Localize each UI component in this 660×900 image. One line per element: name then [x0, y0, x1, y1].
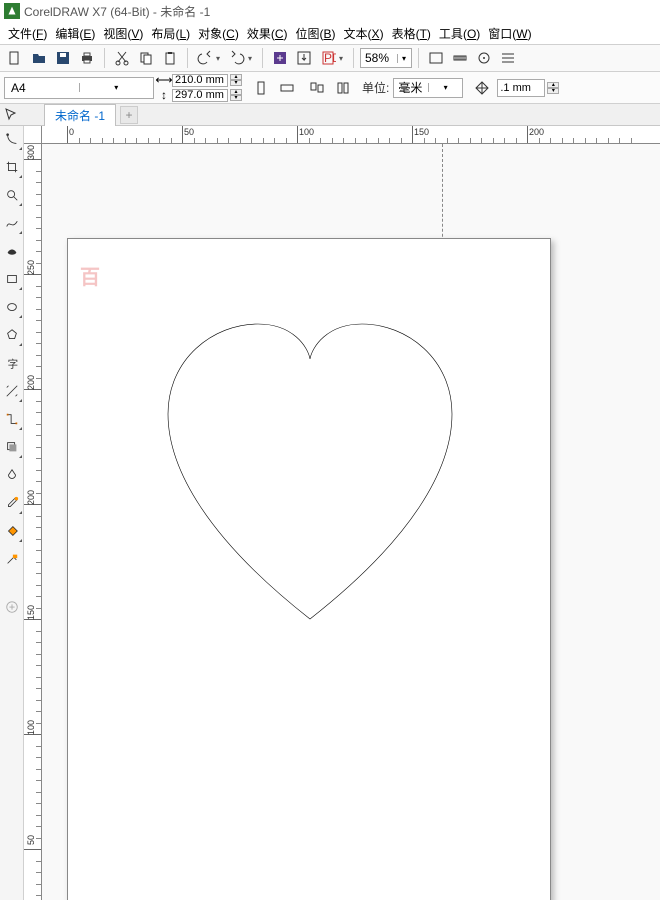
units-value: 毫米: [394, 79, 428, 96]
text-tool[interactable]: 字: [2, 352, 22, 374]
units-label: 单位:: [362, 79, 389, 96]
menu-table[interactable]: 表格(T): [390, 24, 433, 43]
publish-pdf-button[interactable]: PDF▾: [317, 47, 347, 69]
copy-button[interactable]: [135, 47, 157, 69]
document-tab[interactable]: 未命名 -1: [44, 104, 116, 126]
width-spinner[interactable]: ▴▾: [230, 74, 242, 86]
print-button[interactable]: [76, 47, 98, 69]
landscape-button[interactable]: [276, 77, 298, 99]
app-logo-icon: [4, 3, 20, 19]
zoom-value: 58%: [361, 51, 397, 65]
nudge-distance-field[interactable]: [497, 79, 545, 97]
menu-window[interactable]: 窗口(W): [486, 24, 533, 43]
chevron-down-icon: ▾: [79, 83, 154, 92]
window-title: CorelDRAW X7 (64-Bit) - 未命名 -1: [24, 3, 210, 20]
page-size-value: A4: [5, 81, 79, 95]
nudge-spinner[interactable]: ▴▾: [547, 82, 559, 94]
svg-text:PDF: PDF: [324, 51, 336, 65]
all-pages-button[interactable]: [306, 77, 328, 99]
chevron-down-icon: ▾: [397, 54, 411, 63]
new-button[interactable]: [4, 47, 26, 69]
ruler-vertical[interactable]: 300250200200150100500: [24, 144, 42, 900]
ruler-origin[interactable]: [24, 126, 42, 144]
artistic-media-tool[interactable]: [2, 240, 22, 262]
menu-bar: 文件(F) 编辑(E) 视图(V) 布局(L) 对象(C) 效果(C) 位图(B…: [0, 22, 660, 44]
height-icon: ↕: [158, 89, 170, 101]
menu-tools[interactable]: 工具(O): [437, 24, 482, 43]
chevron-down-icon: ▾: [428, 83, 463, 92]
menu-view[interactable]: 视图(V): [101, 24, 145, 43]
pick-tool-icon[interactable]: [0, 105, 22, 125]
rectangle-tool[interactable]: [2, 268, 22, 290]
interactive-fill-tool[interactable]: [2, 520, 22, 542]
zoom-level-combo[interactable]: 58% ▾: [360, 48, 412, 68]
menu-text[interactable]: 文本(X): [342, 24, 386, 43]
redo-button[interactable]: ▾: [226, 47, 256, 69]
property-bar: A4 ▾ ⟷ ▴▾ ↕ ▴▾ 单位: 毫米 ▾ ▴▾: [0, 72, 660, 104]
workspace: 字 050100150200 300250200200150100500 百: [0, 126, 660, 900]
paste-button[interactable]: [159, 47, 181, 69]
fullscreen-preview-button[interactable]: [425, 47, 447, 69]
portrait-button[interactable]: [250, 77, 272, 99]
toolbox: 字: [0, 126, 24, 900]
width-icon: ⟷: [158, 74, 170, 86]
show-grid-button[interactable]: [473, 47, 495, 69]
parallel-dimension-tool[interactable]: [2, 380, 22, 402]
height-spinner[interactable]: ▴▾: [230, 89, 242, 101]
separator: [418, 48, 419, 68]
smart-fill-tool[interactable]: [2, 548, 22, 570]
crop-tool[interactable]: [2, 156, 22, 178]
svg-text:字: 字: [7, 357, 18, 370]
connector-tool[interactable]: [2, 408, 22, 430]
nudge-icon: [471, 77, 493, 99]
current-page-button[interactable]: [332, 77, 354, 99]
eyedropper-tool[interactable]: [2, 492, 22, 514]
drop-shadow-tool[interactable]: [2, 436, 22, 458]
freehand-tool[interactable]: [2, 212, 22, 234]
menu-file[interactable]: 文件(F): [6, 24, 49, 43]
page-size-combo[interactable]: A4 ▾: [4, 77, 154, 99]
standard-toolbar: ▾ ▾ PDF▾ 58% ▾: [0, 44, 660, 72]
menu-effect[interactable]: 效果(C): [245, 24, 290, 43]
transparency-tool[interactable]: [2, 464, 22, 486]
menu-layout[interactable]: 布局(L): [149, 24, 192, 43]
separator: [353, 48, 354, 68]
quick-customize-button[interactable]: [2, 596, 22, 618]
page-dimensions: ⟷ ▴▾ ↕ ▴▾: [158, 73, 242, 102]
heart-shape[interactable]: [168, 324, 452, 619]
separator: [262, 48, 263, 68]
open-button[interactable]: [28, 47, 50, 69]
page-height-field[interactable]: [172, 89, 228, 102]
ellipse-tool[interactable]: [2, 296, 22, 318]
separator: [104, 48, 105, 68]
zoom-tool[interactable]: [2, 184, 22, 206]
page: 百: [67, 238, 551, 900]
polygon-tool[interactable]: [2, 324, 22, 346]
document-tab-bar: 未命名 -1 +: [0, 104, 660, 126]
ruler-horizontal[interactable]: 050100150200: [42, 126, 660, 144]
import-button[interactable]: [269, 47, 291, 69]
units-combo[interactable]: 毫米 ▾: [393, 78, 463, 98]
save-button[interactable]: [52, 47, 74, 69]
menu-edit[interactable]: 编辑(E): [53, 24, 97, 43]
canvas-area: 050100150200 300250200200150100500 百: [24, 126, 660, 900]
add-document-button[interactable]: +: [120, 106, 138, 124]
title-bar: CorelDRAW X7 (64-Bit) - 未命名 -1: [0, 0, 660, 22]
drawing-viewport[interactable]: 百: [42, 144, 660, 900]
cut-button[interactable]: [111, 47, 133, 69]
show-rulers-button[interactable]: [449, 47, 471, 69]
menu-object[interactable]: 对象(C): [196, 24, 241, 43]
shape-tool[interactable]: [2, 128, 22, 150]
export-button[interactable]: [293, 47, 315, 69]
options-button[interactable]: [497, 47, 519, 69]
menu-bitmap[interactable]: 位图(B): [294, 24, 338, 43]
page-width-field[interactable]: [172, 74, 228, 87]
separator: [187, 48, 188, 68]
undo-button[interactable]: ▾: [194, 47, 224, 69]
